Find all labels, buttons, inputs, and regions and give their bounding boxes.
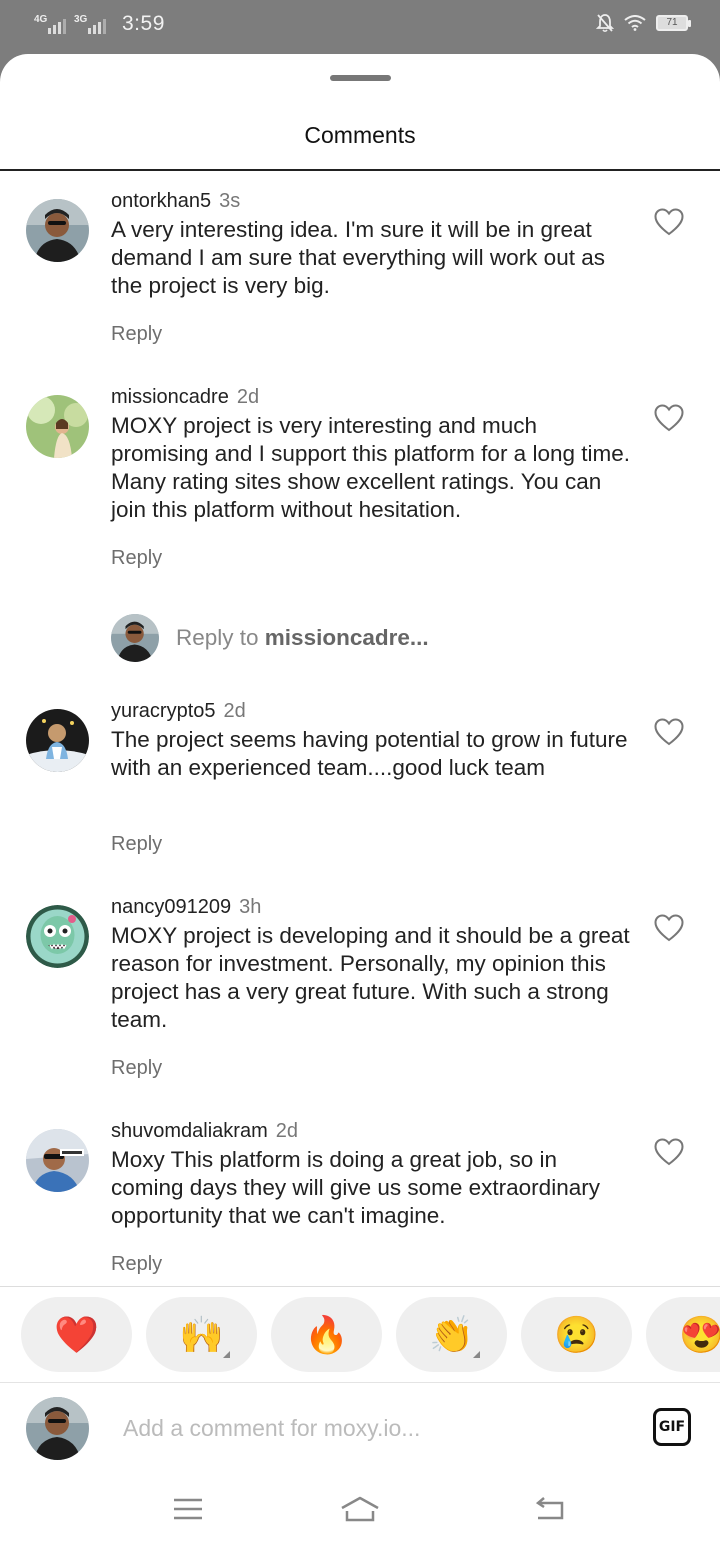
heart-icon[interactable] [654, 208, 684, 236]
gif-button[interactable]: GIF [653, 1408, 691, 1446]
signal-3g-icon: 3G [74, 14, 106, 34]
battery-icon: 71 [656, 15, 691, 31]
emoji-heart-eyes-button[interactable]: 😍 [646, 1297, 720, 1372]
comments-sheet: Comments ontorkhan5 3s A very interesting… [0, 54, 720, 1544]
comment-header: yuracrypto5 2d [111, 700, 246, 723]
comment-item: missioncadre 2d MOXY project is very inte… [0, 386, 720, 569]
avatar[interactable] [26, 1129, 89, 1192]
comment-text: The project seems having potential to gr… [111, 727, 628, 780]
sheet-title: Comments [304, 122, 416, 148]
divider [0, 169, 720, 171]
comment-username[interactable]: shuvomdaliakram [111, 1120, 268, 1142]
status-time: 3:59 [122, 12, 165, 35]
fire-icon: 🔥 [304, 1313, 349, 1355]
comment-composer: Add a comment for moxy.io... GIF [0, 1397, 720, 1462]
comment-item: shuvomdaliakram 2d Moxy This platform is … [0, 1120, 720, 1280]
crying-face-icon: 😢 [554, 1313, 599, 1355]
menu-icon[interactable] [170, 1494, 206, 1524]
skin-tone-indicator-icon [473, 1351, 480, 1358]
heart-icon[interactable] [654, 914, 684, 942]
comment-timestamp: 2d [275, 1120, 298, 1142]
reply-button[interactable]: Reply [111, 1057, 162, 1080]
reply-button[interactable]: Reply [111, 323, 162, 346]
raised-hands-icon: 🙌 [179, 1313, 224, 1355]
divider [0, 1382, 720, 1383]
heart-icon[interactable] [654, 404, 684, 432]
clapping-hands-icon: 👏 [429, 1313, 474, 1355]
comment-timestamp: 3h [239, 896, 262, 918]
comment-header: nancy091209 3h [111, 896, 261, 919]
heart-icon[interactable] [654, 718, 684, 746]
comment-timestamp: 2d [236, 386, 260, 408]
emoji-crying-button[interactable]: 😢 [521, 1297, 632, 1372]
drag-handle[interactable] [330, 75, 391, 81]
reply-button[interactable]: Reply [111, 547, 162, 570]
divider [0, 1286, 720, 1287]
signal-4g-icon: 4G [34, 14, 66, 34]
reply-to-label: Reply to missioncadre... [176, 625, 429, 650]
comment-header: shuvomdaliakram 2d [111, 1120, 298, 1143]
comment-item: nancy091209 3h MOXY project is developing… [0, 896, 720, 1079]
emoji-fire-button[interactable]: 🔥 [271, 1297, 382, 1372]
mute-bell-icon [596, 14, 614, 33]
comment-text: MOXY project is very interesting and muc… [111, 413, 630, 522]
emoji-reaction-bar: ❤️ 🙌 🔥 👏 😢 😍 [21, 1297, 720, 1372]
avatar[interactable] [26, 709, 89, 772]
emoji-raised-hands-button[interactable]: 🙌 [146, 1297, 257, 1372]
avatar[interactable] [26, 199, 89, 262]
comment-username[interactable]: yuracrypto5 [111, 700, 216, 722]
comment-text: Moxy This platform is doing a great job,… [111, 1147, 600, 1228]
wifi-icon [624, 15, 646, 31]
reply-to-prompt[interactable]: Reply to missioncadre... [111, 614, 671, 664]
emoji-heart-button[interactable]: ❤️ [21, 1297, 132, 1372]
red-heart-icon: ❤️ [54, 1313, 99, 1355]
comment-header: missioncadre 2d [111, 386, 259, 409]
system-nav-bar [0, 1484, 720, 1544]
heart-eyes-icon: 😍 [679, 1313, 720, 1355]
comment-text: A very interesting idea. I'm sure it wil… [111, 217, 605, 298]
comment-header: ontorkhan5 3s [111, 190, 240, 213]
avatar[interactable] [26, 395, 89, 458]
status-bar: 4G 3G 3:59 71 [0, 0, 720, 50]
comment-username[interactable]: missioncadre [111, 386, 229, 408]
comment-item: ontorkhan5 3s A very interesting idea. I'… [0, 190, 720, 350]
reply-button[interactable]: Reply [111, 833, 162, 856]
emoji-clap-button[interactable]: 👏 [396, 1297, 507, 1372]
comment-timestamp: 2d [223, 700, 246, 722]
heart-icon[interactable] [654, 1138, 684, 1166]
comment-item: yuracrypto5 2d The project seems having p… [0, 700, 720, 860]
avatar[interactable] [26, 905, 89, 968]
back-icon[interactable] [532, 1494, 568, 1524]
comment-username[interactable]: nancy091209 [111, 896, 231, 918]
avatar [111, 614, 159, 662]
avatar [26, 1397, 89, 1460]
comment-text: MOXY project is developing and it should… [111, 923, 630, 1032]
comment-username[interactable]: ontorkhan5 [111, 190, 211, 212]
reply-to-username: missioncadre... [264, 625, 429, 650]
home-icon[interactable] [338, 1494, 382, 1524]
reply-button[interactable]: Reply [111, 1253, 162, 1276]
comment-input[interactable]: Add a comment for moxy.io... [123, 1415, 420, 1442]
skin-tone-indicator-icon [223, 1351, 230, 1358]
comment-timestamp: 3s [219, 190, 241, 212]
